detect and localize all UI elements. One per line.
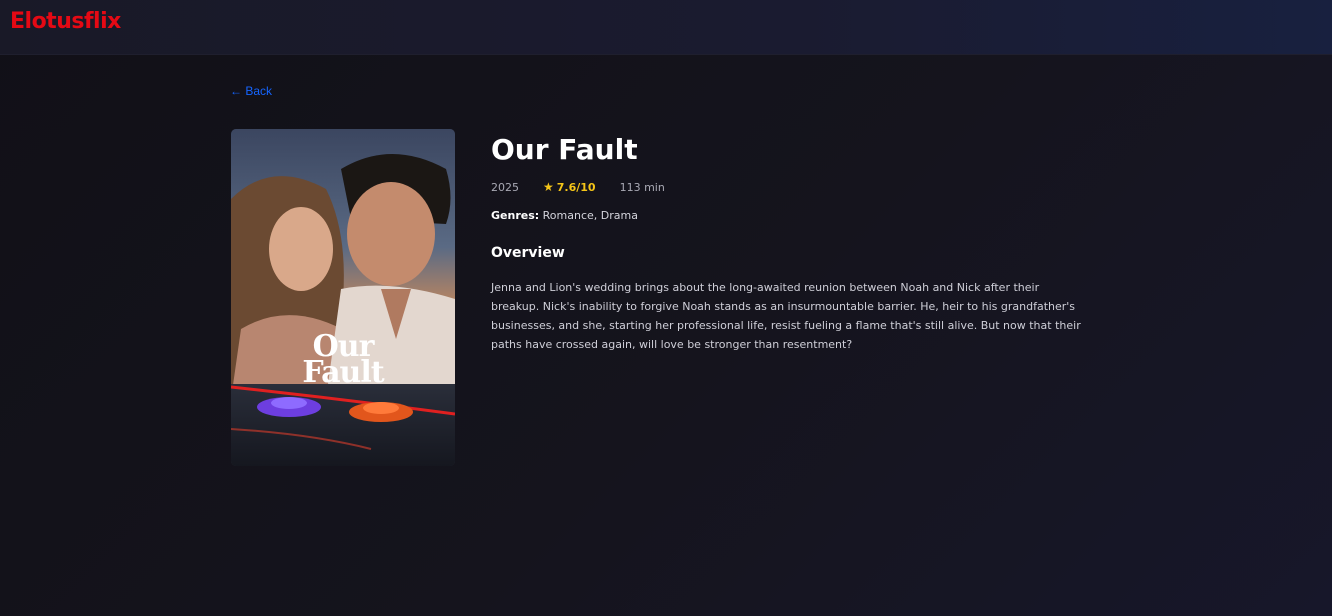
- movie-title: Our Fault: [491, 133, 638, 166]
- rating-value: 7.6/10: [556, 180, 596, 194]
- movie-meta: 2025 ★ 7.6/10 113 min: [491, 178, 1091, 196]
- app-root: Elotusflix ← Back Our Fault Our Fault 20…: [0, 0, 1332, 616]
- movie-poster: Our Fault: [231, 129, 455, 466]
- poster-title: Our Fault: [231, 332, 455, 390]
- release-year: 2025: [491, 180, 519, 194]
- overview-text: Jenna and Lion's wedding brings about th…: [491, 281, 1081, 351]
- runtime: 113 min: [619, 180, 665, 194]
- rating: ★ 7.6/10: [543, 180, 596, 194]
- movie-details: Our Fault 2025 ★ 7.6/10 113 min Genres: …: [491, 131, 1091, 354]
- back-link[interactable]: ← Back: [230, 84, 272, 98]
- genres-label: Genres:: [491, 209, 540, 222]
- poster-title-line: Fault: [302, 355, 384, 390]
- genres: Genres: Romance, Drama: [491, 209, 1091, 222]
- genres-value: Romance, Drama: [542, 209, 638, 222]
- top-header: Elotusflix: [0, 0, 1332, 55]
- star-icon: ★: [543, 180, 554, 194]
- logo[interactable]: Elotusflix: [10, 9, 121, 34]
- poster-artwork: [231, 129, 455, 466]
- overview-heading: Overview: [491, 245, 565, 261]
